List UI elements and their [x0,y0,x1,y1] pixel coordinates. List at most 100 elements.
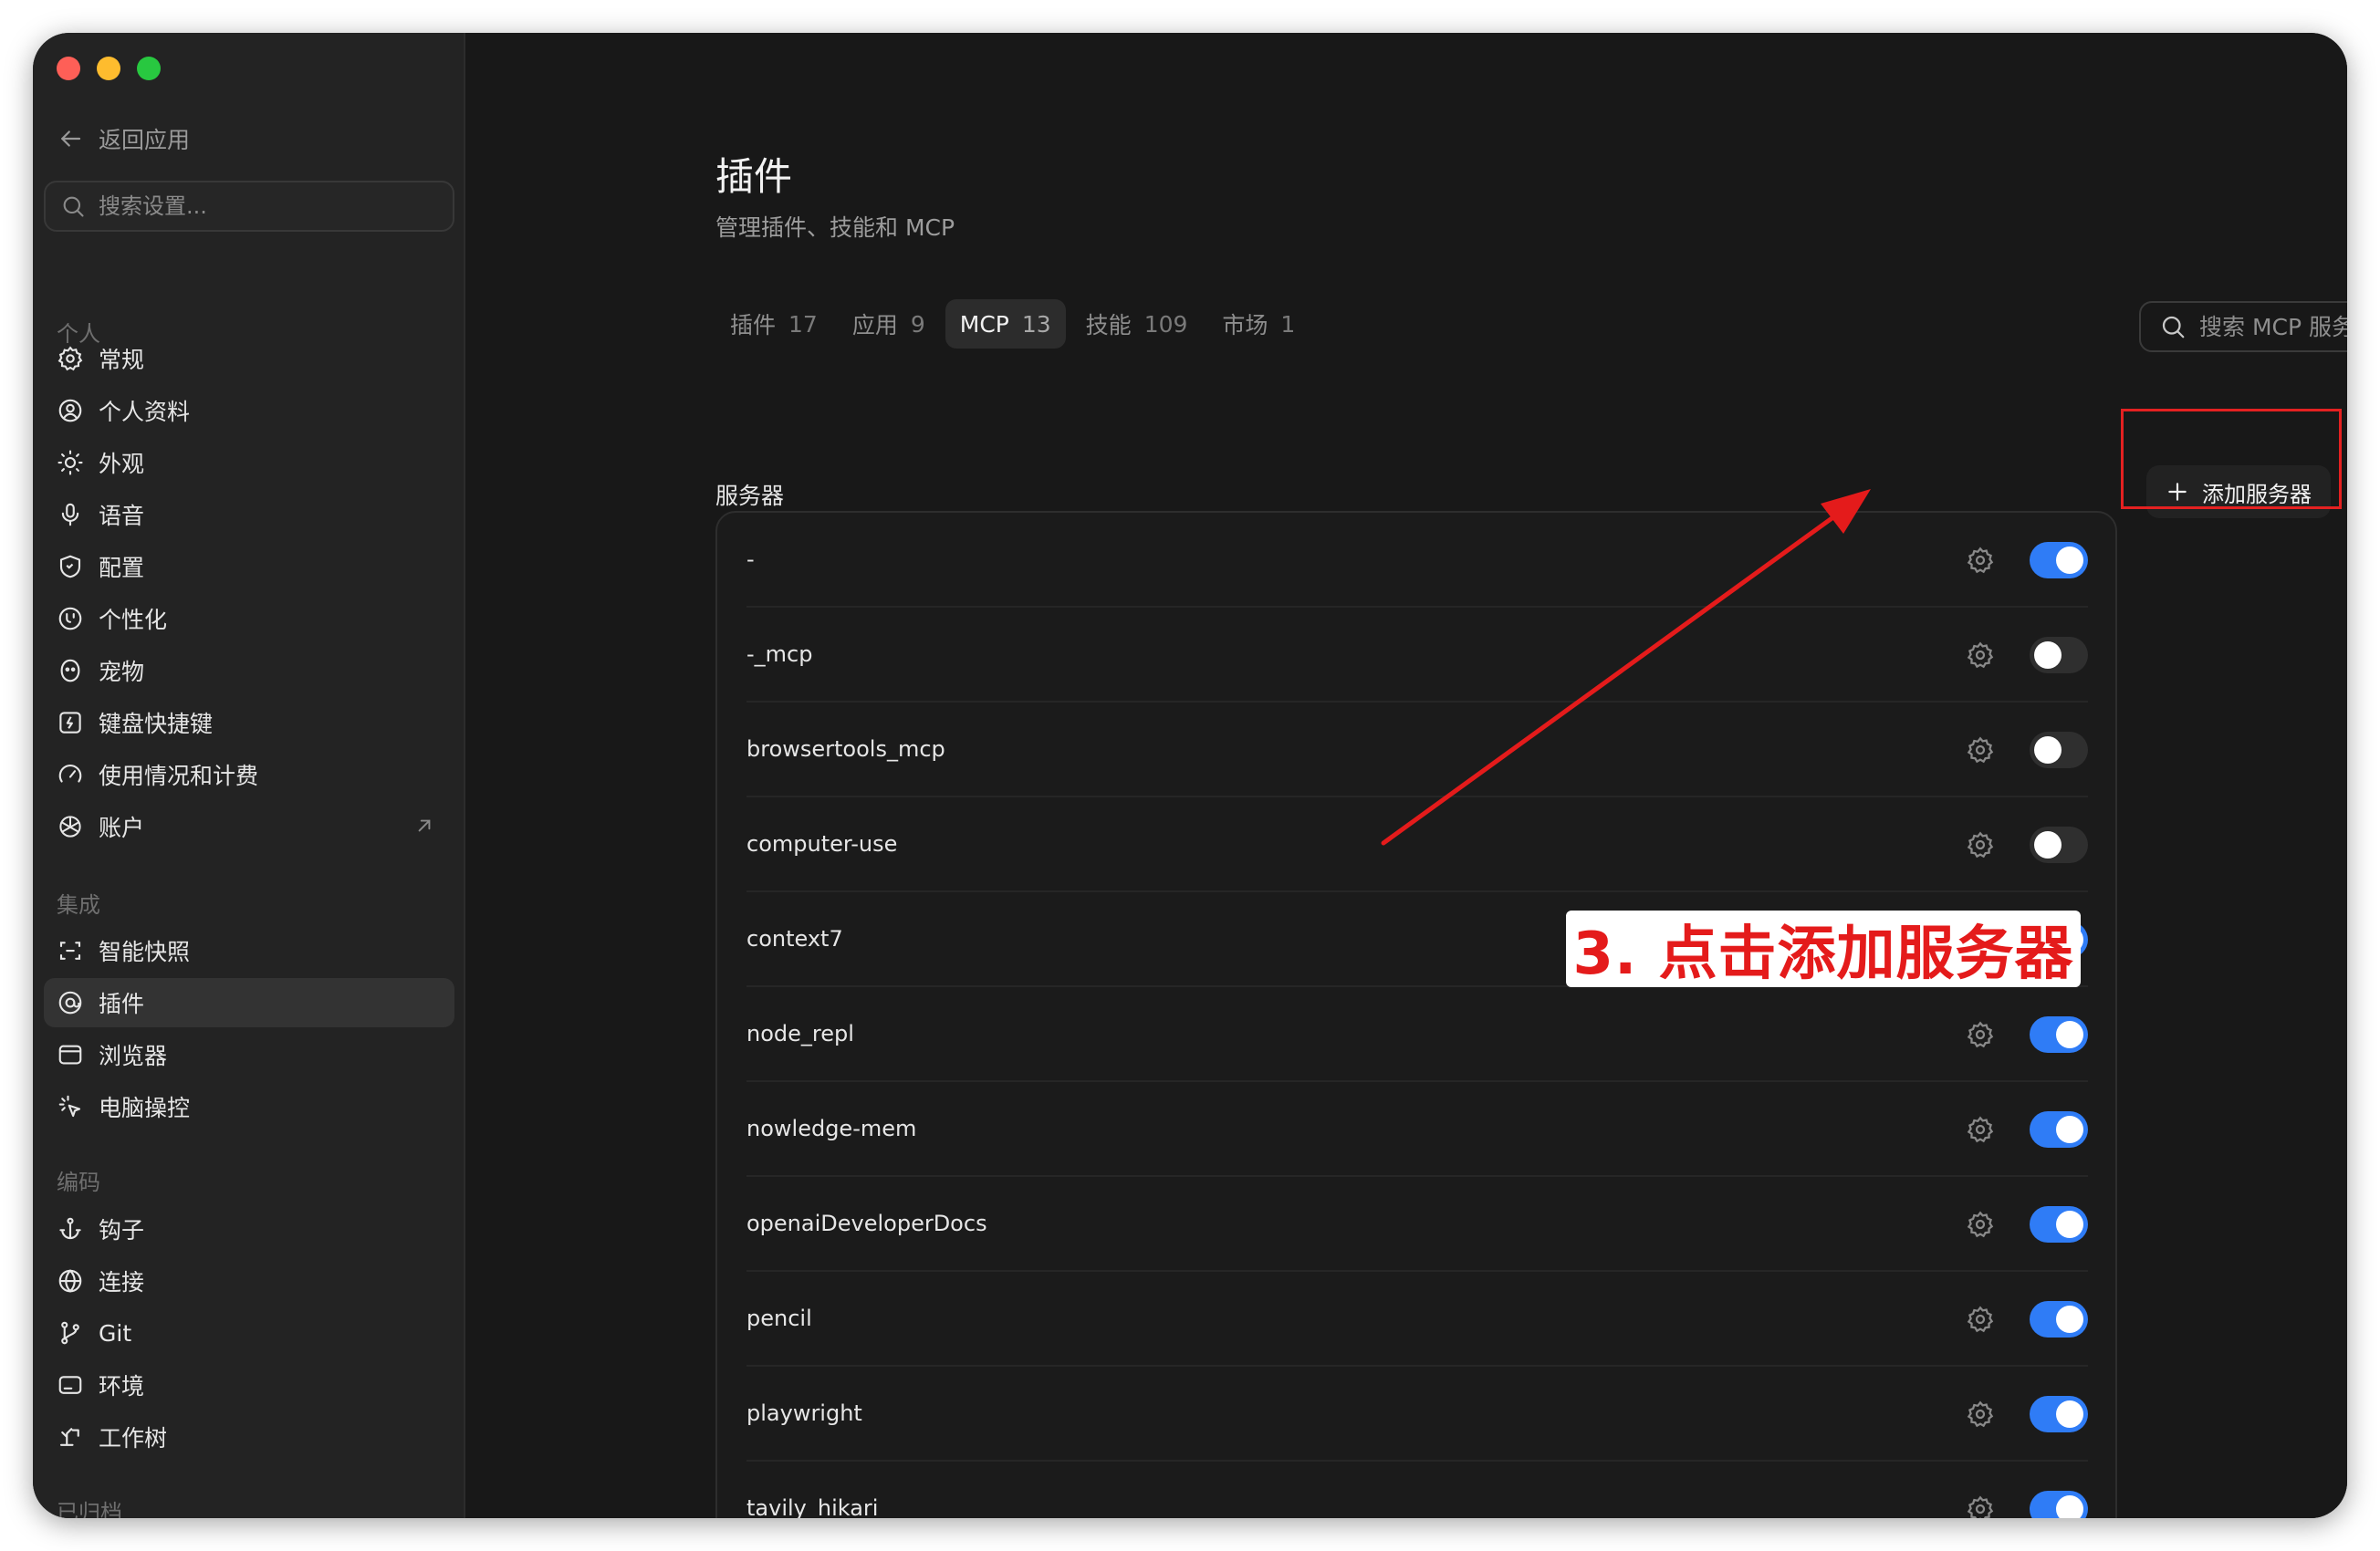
zoom-window-button[interactable] [137,57,161,80]
server-name: nowledge-mem [746,1116,917,1141]
server-row: nowledge-mem [746,1082,2088,1177]
server-enabled-toggle[interactable] [2030,1301,2088,1338]
gear-icon[interactable] [1966,1020,1995,1049]
sidebar-item-personalize[interactable]: 个性化 [44,594,454,643]
server-row: computer-use [746,797,2088,892]
server-name: computer-use [746,831,898,857]
sidebar-item-profile[interactable]: 个人资料 [44,386,454,435]
server-row: -_mcp [746,608,2088,703]
server-name: pencil [746,1306,812,1331]
profile-icon [58,399,82,422]
toggle-knob [2056,546,2083,574]
page-subtitle: 管理插件、技能和 MCP [715,214,955,241]
sun-icon [57,450,83,475]
section-label-coding: 编码 [57,1170,100,1195]
sidebar-item-browser[interactable]: 浏览器 [44,1030,454,1079]
sidebar-item-plugins[interactable]: 插件 [44,978,454,1027]
terminal-icon [58,1376,82,1394]
tab-market[interactable]: 市场 1 [1207,299,1310,349]
gear-icon[interactable] [1966,1115,1995,1144]
toggle-knob [2056,1211,2083,1238]
server-enabled-toggle[interactable] [2030,1396,2088,1432]
server-row: playwright [746,1367,2088,1462]
minimize-window-button[interactable] [97,57,120,80]
mcp-search[interactable] [2139,301,2347,352]
shield-icon [59,555,81,578]
sidebar: 返回应用 个人 常规 个人资料 外观 语音 配置 个性化 [33,33,465,1518]
back-to-app-button[interactable]: 返回应用 [57,122,190,155]
tab-plugins[interactable]: 插件 17 [715,299,832,349]
anchor-icon [59,1217,81,1240]
server-name: -_mcp [746,641,813,667]
page-title: 插件 [715,154,793,199]
sidebar-item-git[interactable]: Git [44,1308,454,1358]
sidebar-item-worktree[interactable]: 工作树 [44,1412,454,1462]
toggle-knob [2056,1306,2083,1333]
gear-icon[interactable] [1966,546,1995,575]
server-row: pencil [746,1272,2088,1367]
cursor-icon [58,1095,81,1118]
server-enabled-toggle[interactable] [2030,542,2088,578]
gear-icon [57,346,83,371]
toggle-knob [2034,641,2062,669]
server-list: - -_mcp browsertools_mcp computer-use contex… [715,511,2117,1518]
search-icon [63,196,84,217]
server-enabled-toggle[interactable] [2030,1111,2088,1148]
mcp-search-input[interactable] [2199,313,2347,340]
server-enabled-toggle[interactable] [2030,732,2088,768]
annotation-highlight-box [2121,409,2342,509]
gear-icon[interactable] [1966,830,1995,859]
globe-icon [58,1269,82,1293]
browser-icon [58,1045,82,1065]
section-label-archived: 已归档 [57,1500,122,1518]
keyboard-icon [59,712,81,734]
sidebar-item-config[interactable]: 配置 [44,542,454,591]
settings-search[interactable] [44,181,454,232]
pet-icon [60,659,80,682]
gear-icon[interactable] [1966,1210,1995,1239]
sidebar-item-environment[interactable]: 环境 [44,1360,454,1410]
sidebar-item-account[interactable]: 账户 [44,802,454,851]
server-row: node_repl [746,987,2088,1082]
tab-apps[interactable]: 应用 9 [838,299,940,349]
server-enabled-toggle[interactable] [2030,637,2088,673]
close-window-button[interactable] [57,57,80,80]
gear-icon[interactable] [1966,735,1995,765]
server-name: openaiDeveloperDocs [746,1211,987,1236]
tab-skills[interactable]: 技能 109 [1071,299,1203,349]
gear-icon[interactable] [1966,1494,1995,1518]
settings-window: 返回应用 个人 常规 个人资料 外观 语音 配置 个性化 [33,33,2347,1518]
tab-mcp[interactable]: MCP 13 [945,299,1066,349]
sidebar-item-computer-control[interactable]: 电脑操控 [44,1082,454,1131]
server-name: - [746,546,755,572]
server-enabled-toggle[interactable] [2030,1016,2088,1053]
server-enabled-toggle[interactable] [2030,1206,2088,1243]
sidebar-item-usage-billing[interactable]: 使用情况和计费 [44,750,454,799]
servers-section-title: 服务器 [715,483,785,509]
server-enabled-toggle[interactable] [2030,1491,2088,1518]
sidebar-item-appearance[interactable]: 外观 [44,438,454,487]
settings-search-input[interactable] [99,193,427,219]
git-branch-icon [61,1321,79,1345]
sidebar-item-smart-snapshot[interactable]: 智能快照 [44,926,454,975]
gear-icon[interactable] [1966,1305,1995,1334]
gear-icon[interactable] [1966,640,1995,670]
tab-bar: 插件 17 应用 9 MCP 13 技能 109 市场 1 [715,299,1310,349]
server-name: node_repl [746,1021,854,1046]
sidebar-item-keyboard-shortcuts[interactable]: 键盘快捷键 [44,698,454,747]
sidebar-item-voice[interactable]: 语音 [44,490,454,539]
server-row: browsertools_mcp [746,703,2088,797]
toggle-knob [2034,736,2062,764]
toggle-knob [2056,1400,2083,1428]
sidebar-item-general[interactable]: 常规 [44,334,454,383]
server-name: browsertools_mcp [746,736,945,762]
traffic-lights [57,57,161,80]
sidebar-item-pet[interactable]: 宠物 [44,646,454,695]
main-panel: 插件 管理插件、技能和 MCP 插件 17 应用 9 MCP 13 技能 109 市场 1… [465,33,2347,1518]
sidebar-item-connections[interactable]: 连接 [44,1256,454,1306]
toggle-knob [2056,1495,2083,1518]
toggle-knob [2056,1116,2083,1143]
gear-icon[interactable] [1966,1400,1995,1429]
sidebar-item-hooks[interactable]: 钩子 [44,1204,454,1254]
server-enabled-toggle[interactable] [2030,827,2088,863]
